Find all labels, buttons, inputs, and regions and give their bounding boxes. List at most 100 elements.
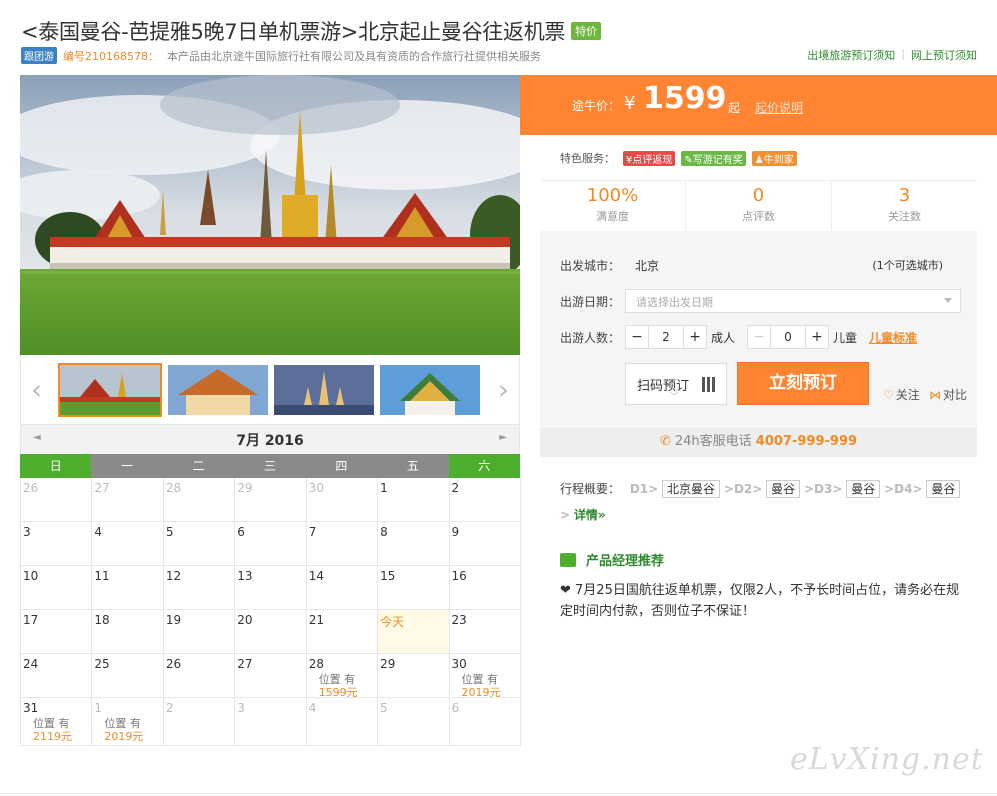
calendar-day-number: 3 bbox=[237, 701, 245, 715]
calendar-day[interactable]: 3 bbox=[21, 522, 93, 566]
gallery-next-icon[interactable]: › bbox=[498, 373, 509, 406]
overseas-booking-notice-link[interactable]: 出境旅游预订须知 bbox=[807, 47, 895, 63]
calendar-day[interactable]: 29 bbox=[378, 654, 450, 698]
online-booking-notice-link[interactable]: 网上预订须知 bbox=[911, 47, 977, 63]
calendar-day[interactable]: 26 bbox=[163, 654, 236, 698]
price-explain-link[interactable]: 起价说明 bbox=[755, 99, 803, 116]
itinerary-city: 北京曼谷 bbox=[662, 480, 721, 498]
calendar-day[interactable]: 14 bbox=[306, 566, 379, 610]
calendar-day[interactable]: 23 bbox=[449, 610, 521, 654]
calendar-day-number: 9 bbox=[451, 525, 460, 539]
calendar-day[interactable]: 5 bbox=[163, 522, 236, 566]
calendar-day[interactable]: 16 bbox=[449, 566, 521, 610]
calendar-day[interactable]: 3 bbox=[235, 698, 307, 746]
calendar-day-number: 26 bbox=[165, 657, 182, 671]
group-tour-tag: 跟团游 bbox=[21, 47, 57, 64]
child-count-input[interactable]: 0 bbox=[770, 326, 806, 348]
niu-home-tag[interactable]: ♟牛到家 bbox=[751, 150, 797, 166]
calendar-day-number: 13 bbox=[237, 569, 253, 583]
book-now-button[interactable]: 立刻预订 bbox=[737, 362, 869, 405]
stat-label: 满意度 bbox=[596, 210, 629, 223]
weekday-tue: 二 bbox=[162, 454, 235, 478]
calendar-day[interactable]: 21 bbox=[306, 610, 379, 654]
stat-reviews[interactable]: 0 点评数 bbox=[686, 181, 832, 230]
calendar-day[interactable]: 7 bbox=[306, 522, 379, 566]
calendar-day[interactable]: 2 bbox=[449, 478, 521, 522]
calendar-day[interactable]: 12 bbox=[163, 566, 236, 610]
thumbnail-2[interactable] bbox=[168, 365, 268, 415]
calendar-day[interactable]: 27 bbox=[92, 478, 164, 522]
calendar-day-number: 16 bbox=[451, 569, 467, 583]
adult-minus-button[interactable]: − bbox=[626, 326, 648, 348]
adult-plus-button[interactable]: + bbox=[684, 326, 706, 348]
calendar-day-number: 4 bbox=[94, 525, 103, 539]
stat-satisfaction[interactable]: 100% 满意度 bbox=[540, 181, 686, 230]
calendar-day[interactable]: 17 bbox=[21, 610, 93, 654]
calendar-day[interactable]: 9 bbox=[449, 522, 521, 566]
weekday-sun: 日 bbox=[20, 454, 92, 478]
calendar-day[interactable]: 24 bbox=[21, 654, 93, 698]
child-minus-button[interactable]: − bbox=[748, 326, 770, 348]
calendar-day[interactable]: 25 bbox=[92, 654, 164, 698]
calendar-day-today[interactable]: 今天 bbox=[378, 610, 450, 654]
calendar-day[interactable]: 29 bbox=[235, 478, 307, 522]
itinerary-day: >D2> bbox=[723, 482, 763, 496]
calendar-day[interactable]: 2 bbox=[163, 698, 236, 746]
link-divider: | bbox=[901, 47, 905, 60]
main-photo[interactable] bbox=[20, 75, 520, 355]
calendar-day[interactable]: 5 bbox=[378, 698, 450, 746]
calendar-day-number: 27 bbox=[94, 481, 110, 495]
calendar-day[interactable]: 1 位置 有 2019元 bbox=[92, 698, 164, 746]
departure-city-value[interactable]: 北京 bbox=[635, 257, 659, 274]
calendar-day[interactable]: 10 bbox=[21, 566, 93, 610]
thumbnail-3[interactable] bbox=[274, 365, 374, 415]
recommend-text: ❤ 7月25日国航往返单机票，仅限2人，不予长时间占位，请务必在规定时间内付款，… bbox=[560, 583, 960, 619]
itinerary-details-link[interactable]: 详情» bbox=[574, 508, 606, 522]
thumbnail-1[interactable] bbox=[58, 363, 162, 417]
calendar-next-month-icon[interactable]: ► bbox=[499, 432, 507, 443]
calendar-day[interactable]: 18 bbox=[92, 610, 164, 654]
travelers-label: 出游人数： bbox=[560, 331, 621, 345]
stat-followers[interactable]: 3 关注数 bbox=[832, 181, 977, 230]
calendar-day[interactable]: 30 bbox=[306, 478, 379, 522]
travelogue-reward-tag[interactable]: ✎写游记有奖 bbox=[681, 150, 746, 166]
child-plus-button[interactable]: + bbox=[806, 326, 828, 348]
review-cashback-tag[interactable]: ¥点评返现 bbox=[623, 150, 676, 166]
calendar-day[interactable]: 1 bbox=[378, 478, 450, 522]
calendar-day[interactable]: 31 位置 有 2119元 bbox=[21, 698, 93, 746]
temple-photo-illustration bbox=[20, 75, 520, 355]
calendar-day[interactable]: 26 bbox=[21, 478, 93, 522]
availability-info: 位置 有 2119元 bbox=[33, 717, 72, 743]
calendar-day[interactable]: 4 bbox=[306, 698, 379, 746]
travel-date-select[interactable]: 请选择出发日期 bbox=[625, 289, 961, 313]
adult-count-input[interactable]: 2 bbox=[648, 326, 684, 348]
heart-icon: ♡ bbox=[883, 388, 894, 402]
calendar-day[interactable]: 19 bbox=[163, 610, 236, 654]
thumbnail-4[interactable] bbox=[380, 365, 480, 415]
calendar-day[interactable]: 6 bbox=[235, 522, 307, 566]
calendar-day[interactable]: 6 bbox=[449, 698, 521, 746]
calendar-day-number: 30 bbox=[308, 481, 324, 495]
calendar-day[interactable]: 28 位置 有 1599元 bbox=[306, 654, 379, 699]
gallery-prev-icon[interactable]: ‹ bbox=[31, 373, 42, 406]
compare-button[interactable]: ⋈ 对比 bbox=[929, 386, 967, 403]
calendar-day[interactable]: 11 bbox=[92, 566, 164, 610]
availability-text: 位置 有 bbox=[33, 717, 70, 730]
scan-to-book-button[interactable]: 扫码预订 ﹀ bbox=[625, 363, 727, 405]
calendar-day[interactable]: 20 bbox=[235, 610, 307, 654]
calendar-day[interactable]: 4 bbox=[92, 522, 164, 566]
follow-button[interactable]: ♡ 关注 bbox=[883, 386, 920, 403]
child-standard-link[interactable]: 儿童标准 bbox=[869, 329, 917, 346]
calendar-day[interactable]: 15 bbox=[378, 566, 450, 610]
stat-value: 100% bbox=[586, 185, 639, 206]
calendar-day[interactable]: 28 bbox=[163, 478, 236, 522]
calendar-day-number: 5 bbox=[165, 525, 174, 539]
travel-date-placeholder: 请选择出发日期 bbox=[636, 296, 713, 309]
calendar-day[interactable]: 13 bbox=[235, 566, 307, 610]
stat-value: 3 bbox=[898, 185, 911, 206]
provider-description: 本产品由北京途牛国际旅行社有限公司及具有资质的合作旅行社提供相关服务 bbox=[167, 49, 541, 63]
calendar-day[interactable]: 30 位置 有 2019元 bbox=[449, 654, 521, 699]
calendar-day[interactable]: 8 bbox=[378, 522, 450, 566]
calendar-day-number: 6 bbox=[451, 701, 460, 715]
calendar-day[interactable]: 27 bbox=[235, 654, 307, 698]
